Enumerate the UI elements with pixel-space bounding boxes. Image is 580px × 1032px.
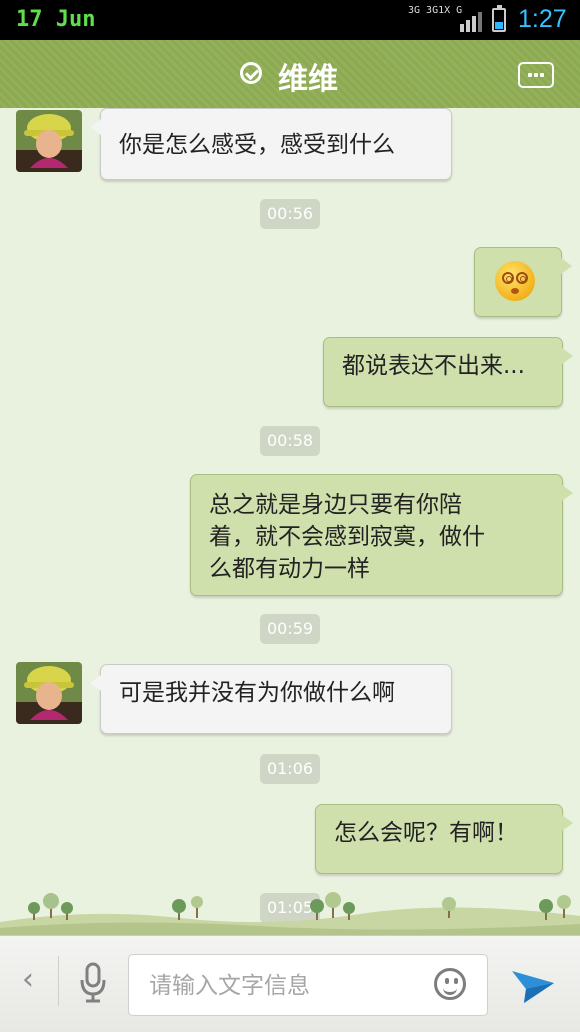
contact-name[interactable]: 维维 — [278, 54, 338, 98]
microphone-icon[interactable] — [78, 962, 108, 1004]
chat-header: 维维 — [0, 40, 580, 109]
contact-avatar[interactable] — [16, 662, 82, 724]
message-bubble-outgoing[interactable]: 怎么会呢？有啊！ — [315, 804, 573, 874]
check-circle-icon — [240, 62, 262, 84]
message-bubble-incoming[interactable]: 可是我并没有为你做什么啊 — [90, 664, 452, 734]
timestamp-pill: 00:56 — [260, 199, 320, 229]
status-time: 1:27 — [518, 5, 567, 33]
divider — [58, 956, 59, 1006]
message-input-field[interactable] — [128, 954, 488, 1016]
send-arrow-icon[interactable] — [508, 961, 558, 1007]
smiley-icon[interactable] — [434, 968, 466, 1000]
message-text: 都说表达不出来... — [342, 353, 525, 379]
chat-area[interactable]: 你是怎么感受，感受到什么 00:56 都说表达不出来... 00:58 总之就是… — [0, 108, 580, 935]
dizzy-face-emoji — [495, 261, 535, 301]
message-bubble-incoming[interactable]: 你是怎么感受，感受到什么 — [90, 108, 452, 180]
message-bubble-outgoing[interactable]: 都说表达不出来... — [323, 337, 573, 407]
message-bubble-outgoing[interactable]: 总之就是身边只要有你陪 着，就不会感到寂寞，做什 么都有动力一样 — [190, 474, 573, 596]
message-line: 着，就不会感到寂寞，做什 — [209, 524, 485, 550]
battery-icon — [492, 5, 506, 32]
timestamp-pill: 00:58 — [260, 426, 320, 456]
status-date: 17 Jun — [16, 7, 96, 32]
message-bubble-outgoing[interactable] — [474, 247, 572, 317]
contact-avatar[interactable] — [16, 110, 82, 172]
status-bar: 17 Jun 3G 3G1X G 1:27 — [0, 0, 580, 40]
message-text: 怎么会呢？有啊！ — [334, 820, 518, 846]
message-line: 么都有动力一样 — [209, 556, 370, 582]
timestamp-pill: 00:59 — [260, 614, 320, 644]
input-bar: ‹ — [0, 935, 580, 1032]
message-text: 你是怎么感受，感受到什么 — [119, 132, 395, 158]
message-input[interactable] — [147, 969, 421, 1003]
chevron-left-icon[interactable]: ‹ — [22, 962, 34, 997]
network-indicator: 3G 3G1X G — [408, 5, 463, 16]
message-text: 可是我并没有为你做什么啊 — [119, 680, 395, 706]
timestamp-pill: 01:06 — [260, 754, 320, 784]
message-line: 总之就是身边只要有你陪 — [209, 492, 462, 518]
battery-level — [495, 22, 503, 29]
more-dots-icon[interactable] — [518, 62, 554, 88]
signal-icon — [460, 12, 482, 32]
scenery-decoration — [0, 892, 580, 935]
